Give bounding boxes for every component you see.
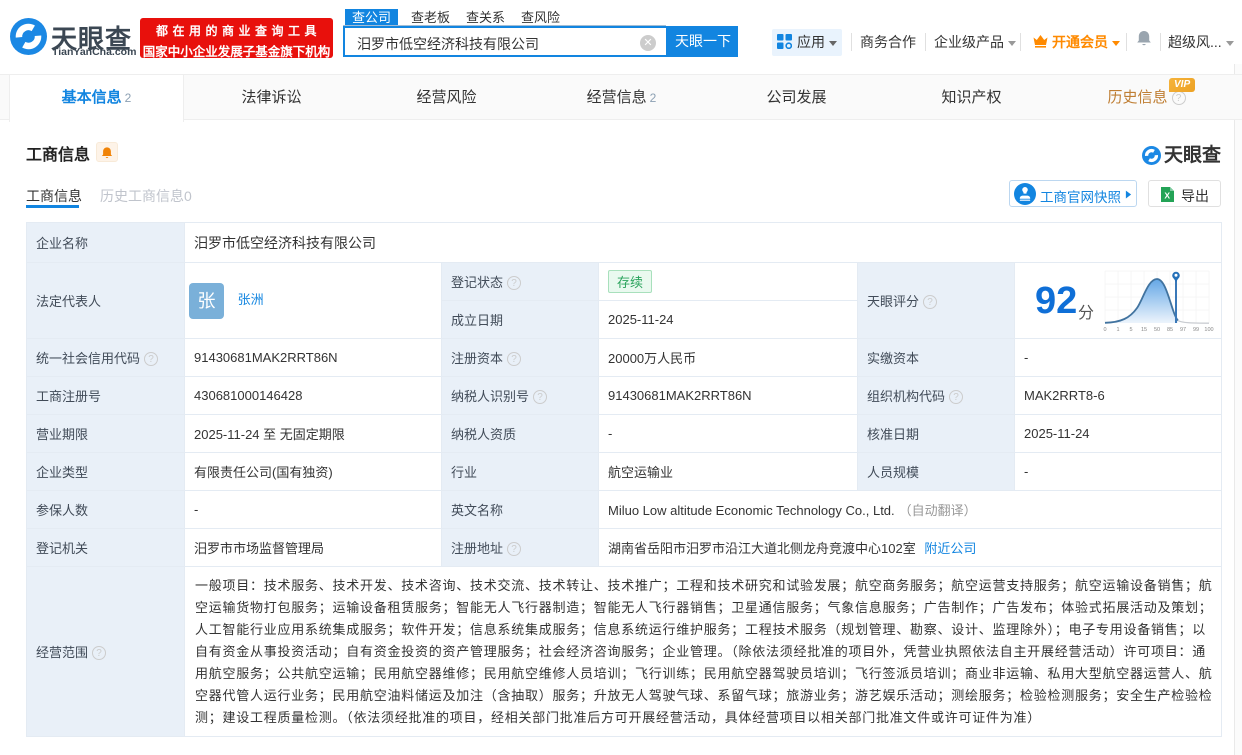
svg-text:50: 50 <box>1154 327 1160 333</box>
svg-text:97: 97 <box>1180 327 1186 333</box>
svg-text:15: 15 <box>1141 327 1147 333</box>
svg-text:X: X <box>1164 191 1170 201</box>
svg-text:100: 100 <box>1204 327 1213 333</box>
svg-text:0: 0 <box>1103 327 1106 333</box>
svg-text:5: 5 <box>1129 327 1132 333</box>
svg-text:1: 1 <box>1116 327 1119 333</box>
svg-text:85: 85 <box>1167 327 1173 333</box>
svg-text:99: 99 <box>1193 327 1199 333</box>
